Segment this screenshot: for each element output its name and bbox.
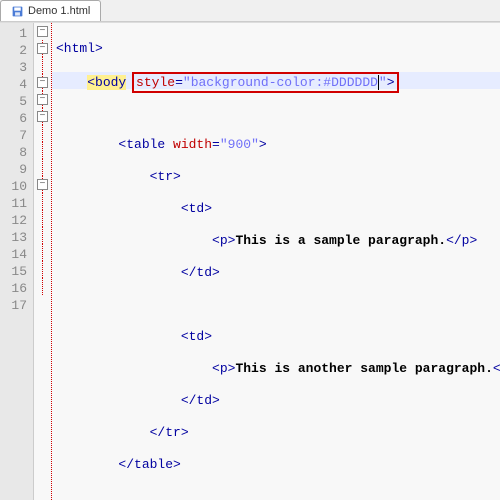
code-area[interactable]: <html> <body style="background-color:#DD… (52, 23, 500, 500)
line-number: 11 (0, 195, 27, 212)
line-number: 16 (0, 280, 27, 297)
code-line: <td> (52, 328, 500, 345)
fold-column: − − − − − − (34, 23, 52, 500)
code-line: <html> (52, 40, 500, 57)
line-number: 6 (0, 110, 27, 127)
line-number: 7 (0, 127, 27, 144)
line-number: 17 (0, 297, 27, 314)
tab-filename: Demo 1.html (28, 5, 90, 17)
line-number: 15 (0, 263, 27, 280)
fold-toggle[interactable]: − (37, 77, 48, 88)
fold-toggle[interactable]: − (37, 111, 48, 122)
line-number: 1 (0, 25, 27, 42)
line-number: 4 (0, 76, 27, 93)
code-line: </td> (52, 392, 500, 409)
code-line: </td> (52, 264, 500, 281)
code-line (52, 296, 500, 313)
code-line (52, 104, 500, 121)
highlight-annotation: style="background-color:#DDDDDD"> (132, 72, 399, 93)
code-line: <p>This is a sample paragraph.</p> (52, 232, 500, 249)
line-number: 10 (0, 178, 27, 195)
line-number: 14 (0, 246, 27, 263)
fold-toggle[interactable]: − (37, 94, 48, 105)
line-number: 13 (0, 229, 27, 246)
fold-toggle[interactable]: − (37, 43, 48, 54)
file-tab-demo1[interactable]: Demo 1.html (0, 0, 101, 21)
code-line: <body style="background-color:#DDDDDD"> (52, 72, 500, 89)
save-icon (11, 5, 24, 18)
line-number: 5 (0, 93, 27, 110)
line-number: 12 (0, 212, 27, 229)
fold-toggle[interactable]: − (37, 26, 48, 37)
code-line: </tr> (52, 424, 500, 441)
line-number: 8 (0, 144, 27, 161)
code-editor: 1 2 3 4 5 6 7 8 9 10 11 12 13 14 15 16 1… (0, 22, 500, 500)
line-number: 9 (0, 161, 27, 178)
code-line: </table> (52, 456, 500, 473)
code-line: <td> (52, 200, 500, 217)
line-number: 3 (0, 59, 27, 76)
code-line: <p>This is another sample paragraph.</p (52, 360, 500, 377)
line-number: 2 (0, 42, 27, 59)
fold-toggle[interactable]: − (37, 179, 48, 190)
code-line: <table width="900"> (52, 136, 500, 153)
code-line (52, 488, 500, 500)
code-line: <tr> (52, 168, 500, 185)
line-number-gutter: 1 2 3 4 5 6 7 8 9 10 11 12 13 14 15 16 1… (0, 23, 34, 500)
tab-bar: Demo 1.html (0, 0, 500, 22)
